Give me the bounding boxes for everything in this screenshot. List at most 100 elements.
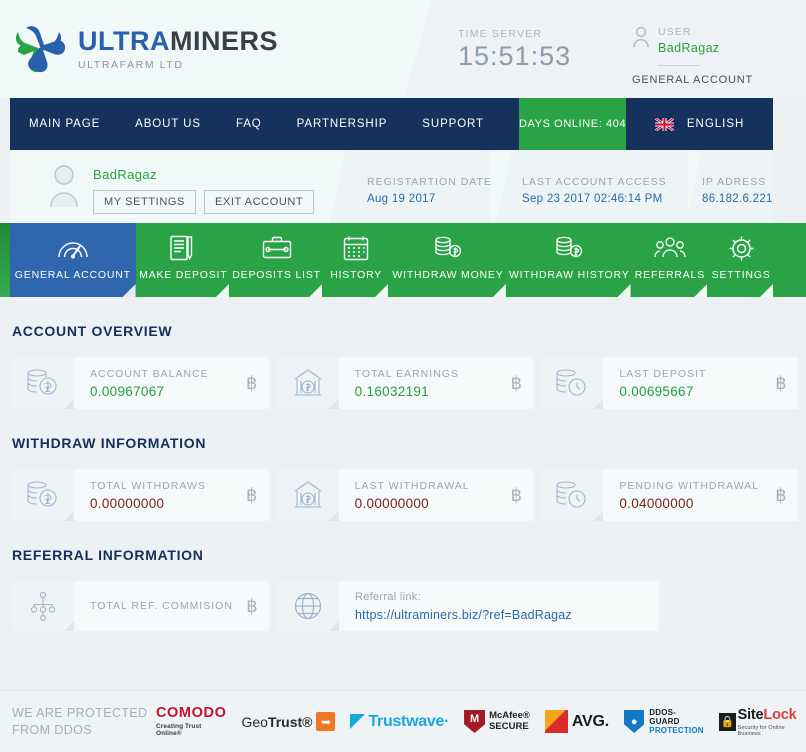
card-text: TOTAL WITHDRAWS 0.00000000: [90, 480, 206, 511]
geotrust-badge-trust: Trust®: [267, 713, 313, 730]
sitelock-badge-subtitle: Security for Online Business: [737, 725, 785, 737]
bitcoin-symbol-icon: ฿: [510, 372, 523, 393]
card-text: Referral link: https://ultraminers.biz/?…: [355, 591, 572, 622]
nav-item-support[interactable]: SUPPORT: [422, 98, 502, 150]
tab-withdraw-money[interactable]: WITHDRAW MONEY: [390, 223, 506, 297]
geotrust-badge-geo: Geo: [241, 713, 268, 730]
dashboard-tabs: GENERAL ACCOUNT MAKE DEPOSIT DEPOSITS LI…: [10, 223, 774, 297]
tab-bar-left-accent: [0, 223, 10, 297]
user-avatar-icon: [632, 26, 650, 48]
coins-clock-icon: [541, 469, 604, 521]
nav-item-partnership[interactable]: PARTNERSHIP: [297, 98, 406, 150]
last-account-access-value: Sep 23 2017 02:46:14 PM: [522, 193, 663, 205]
mcafee-shield-icon: M: [464, 710, 486, 733]
card-pending-withdrawal: PENDING WITHDRAWAL 0.04000000 ฿: [541, 469, 799, 521]
avatar: [48, 164, 80, 208]
section-title-account-overview: ACCOUNT OVERVIEW: [12, 323, 173, 339]
coins-icon: [434, 233, 462, 263]
tab-withdraw-history[interactable]: WITHDRAW HISTORY: [507, 223, 631, 297]
header-account-type: GENERAL ACCOUNT: [632, 73, 754, 86]
main-navigation: MAIN PAGE ABOUT US FAQ PARTNERSHIP SUPPO…: [10, 98, 773, 150]
card-corner: [64, 399, 74, 409]
site-logo[interactable]: ULTRAMINERS ULTRAFARM LTD: [12, 22, 278, 76]
registration-date-label: REGISTARTION DATE: [367, 176, 492, 188]
card-value-total-withdraws: 0.00000000: [90, 495, 165, 511]
tab-settings[interactable]: SETTINGS: [709, 223, 774, 297]
site-footer: WE ARE PROTECTED FROM DDOS COMODO Creati…: [0, 690, 806, 752]
card-text: PENDING WITHDRAWAL 0.04000000: [619, 480, 759, 511]
language-selector[interactable]: ENGLISH: [626, 98, 773, 150]
bank-bitcoin-icon: [276, 469, 339, 521]
people-group-icon: [654, 233, 686, 263]
days-online-badge: DAYS ONLINE: 404: [518, 98, 627, 150]
nav-item-about-us[interactable]: ABOUT US: [135, 98, 219, 150]
comodo-badge-subtitle: Creating Trust Online®: [155, 722, 202, 737]
card-value-last-deposit: 0.00695667: [619, 383, 694, 399]
sitelock-badge-site: Site: [737, 707, 764, 723]
logo-title-part2: MINERS: [169, 25, 278, 56]
account-overview-cards: ACCOUNT BALANCE 0.00967067 ฿ TOTAL EARNI…: [12, 357, 806, 409]
card-label-total-withdraws: TOTAL WITHDRAWS: [90, 479, 206, 492]
main-content: ACCOUNT OVERVIEW ACCOUNT BALANCE 0.00967…: [0, 297, 806, 631]
time-server-value: 15:51:53: [458, 41, 572, 71]
card-body: TOTAL WITHDRAWS 0.00000000: [74, 469, 235, 521]
header-user-block: USER BadRagaz GENERAL ACCOUNT: [632, 26, 792, 86]
card-body: TOTAL REF. COMMISION: [74, 581, 235, 631]
card-corner: [328, 511, 339, 521]
comodo-badge-title: COMODO: [155, 705, 227, 722]
exit-account-button[interactable]: EXIT ACCOUNT: [203, 190, 315, 214]
geotrust-badge-icon: GeoTrust® ➥: [241, 712, 336, 731]
header-user-text: USER BadRagaz: [658, 26, 720, 55]
tab-fold-corner: [760, 284, 774, 297]
coins-icon: [555, 233, 583, 263]
tab-label-history: HISTORY: [330, 269, 383, 281]
tab-referrals[interactable]: REFERRALS: [632, 223, 708, 297]
card-corner: [328, 399, 339, 409]
card-last-withdrawal: LAST WITHDRAWAL 0.00000000 ฿: [276, 469, 534, 521]
time-server-block: TIME SERVER 15:51:53: [458, 28, 571, 70]
tab-make-deposit[interactable]: MAKE DEPOSIT: [137, 223, 229, 297]
calendar-icon: [343, 233, 369, 263]
bitcoin-symbol-icon: ฿: [245, 484, 258, 505]
card-label-total-ref-commission: TOTAL REF. COMMISION: [90, 600, 233, 612]
gear-icon: [728, 233, 755, 263]
tab-fold-corner: [122, 284, 136, 297]
tab-fold-corner: [617, 284, 631, 297]
tab-label-withdraw-history: WITHDRAW HISTORY: [508, 269, 630, 281]
strip-username: BadRagaz: [93, 167, 157, 182]
tab-deposits-list[interactable]: DEPOSITS LIST: [230, 223, 323, 297]
card-last-deposit: LAST DEPOSIT 0.00695667 ฿: [541, 357, 799, 409]
bitcoin-symbol-icon: ฿: [246, 595, 258, 616]
header-divider: [658, 64, 700, 66]
referral-link-label: Referral link:: [355, 590, 421, 603]
registration-date-field: REGISTARTION DATE Aug 19 2017: [367, 176, 492, 205]
my-settings-button[interactable]: MY SETTINGS: [93, 190, 196, 214]
bank-bitcoin-icon: [276, 357, 339, 409]
tab-history[interactable]: HISTORY: [324, 223, 389, 297]
nav-item-main-page[interactable]: MAIN PAGE: [29, 98, 118, 150]
referral-link-value[interactable]: https://ultraminers.biz/?ref=BadRagaz: [355, 608, 572, 622]
gauge-icon: [57, 233, 89, 263]
header-user-label: USER: [658, 26, 692, 38]
card-total-earnings: TOTAL EARNINGS 0.16032191 ฿: [276, 357, 534, 409]
document-pen-icon: [169, 233, 197, 263]
mcafee-badge-icon: M McAfee® SECURE: [464, 710, 530, 733]
avg-badge-title: AVG.: [571, 712, 609, 730]
ddos-protected-line1: WE ARE PROTECTED: [12, 705, 148, 720]
tab-label-deposits-list: DEPOSITS LIST: [232, 269, 321, 281]
geotrust-mark-icon: ➥: [316, 712, 336, 731]
tab-label-referrals: REFERRALS: [634, 269, 705, 281]
header-user-name[interactable]: BadRagaz: [658, 41, 720, 55]
mcafee-badge-title: McAfee®: [489, 710, 530, 722]
trustwave-badge-title: Trustwave·: [368, 712, 450, 730]
card-account-balance: ACCOUNT BALANCE 0.00967067 ฿: [12, 357, 269, 409]
nav-items: MAIN PAGE ABOUT US FAQ PARTNERSHIP SUPPO…: [10, 98, 519, 150]
last-account-access-field: LAST ACCOUNT ACCESS Sep 23 2017 02:46:14…: [522, 176, 667, 205]
tab-general-account[interactable]: GENERAL ACCOUNT: [10, 223, 136, 297]
card-label-total-earnings: TOTAL EARNINGS: [354, 367, 459, 380]
ip-address-field: IP ADRESS 86.182.6.221: [702, 176, 773, 205]
card-corner: [64, 511, 74, 521]
nav-item-faq[interactable]: FAQ: [236, 98, 280, 150]
x-cross-logo-icon: [12, 22, 66, 76]
card-label-last-deposit: LAST DEPOSIT: [619, 367, 707, 380]
